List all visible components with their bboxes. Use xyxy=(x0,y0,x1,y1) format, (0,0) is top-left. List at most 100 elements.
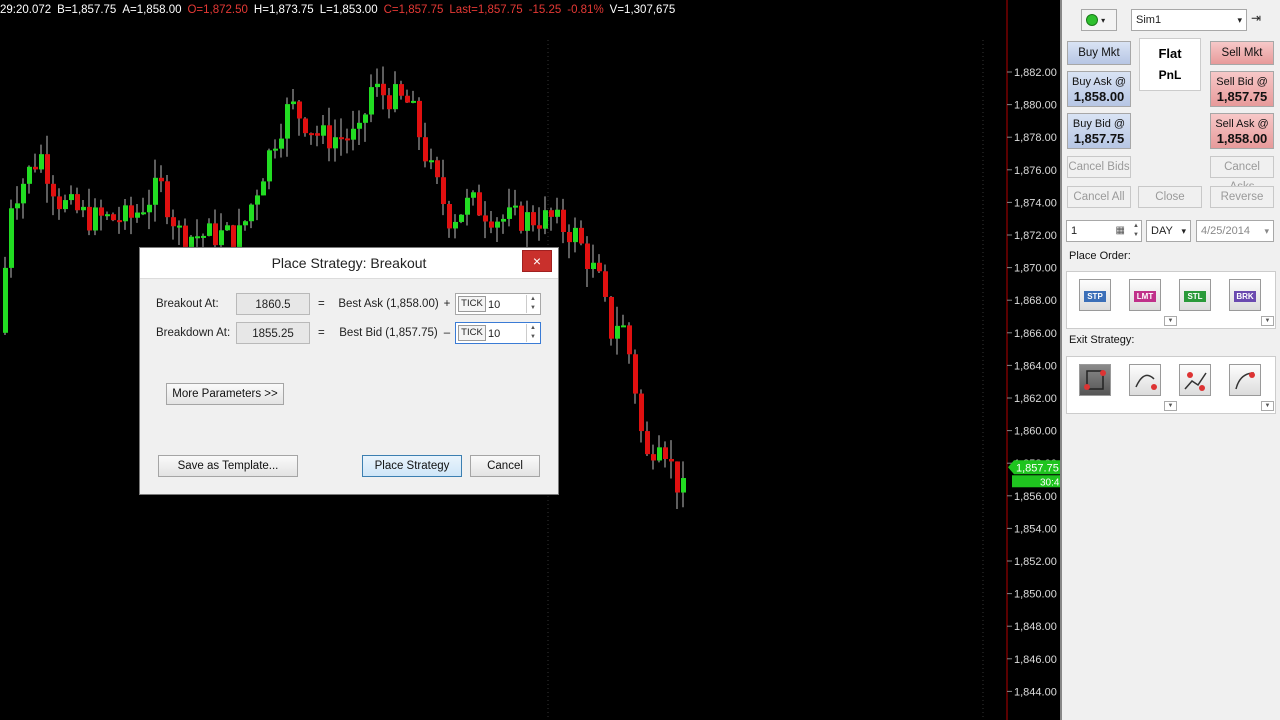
breakout-order-icon[interactable]: BRK xyxy=(1229,279,1261,311)
candle-down xyxy=(231,225,236,248)
candle-up xyxy=(39,154,44,170)
candle-down xyxy=(171,217,176,227)
price-axis-label: 1,848.00 xyxy=(1014,621,1057,633)
candle-down xyxy=(537,225,542,229)
candle-down xyxy=(531,212,536,226)
close-button[interactable]: × xyxy=(522,250,552,272)
exit-target-glyph xyxy=(1235,372,1255,390)
tick-unit-selector[interactable]: TICK xyxy=(458,325,486,341)
candle-down xyxy=(639,393,644,432)
buy-bid-button[interactable]: Buy Bid @ 1,857.75 xyxy=(1067,113,1131,149)
candle-up xyxy=(495,221,500,228)
cancel-bids-button[interactable]: Cancel Bids xyxy=(1067,156,1131,178)
time-in-force-select[interactable]: DAY ▾ xyxy=(1146,220,1191,242)
spin-arrows-icon[interactable]: ▲ ▼ xyxy=(526,295,539,313)
dialog-title-bar[interactable]: Place Strategy: Breakout × xyxy=(140,248,558,279)
breakout-value-field[interactable]: 1860.5 xyxy=(236,293,310,315)
candle-down xyxy=(567,231,572,243)
candle-down xyxy=(129,205,134,218)
breakout-row: Breakout At: 1860.5 = Best Ask (1,858.00… xyxy=(156,293,546,315)
save-template-button[interactable]: Save as Template... xyxy=(158,455,298,477)
detach-icon[interactable]: ⇥ xyxy=(1251,11,1261,25)
place-strategy-button[interactable]: Place Strategy xyxy=(362,455,462,477)
exit-bracket-icon[interactable] xyxy=(1079,364,1111,396)
candle-up xyxy=(285,104,290,139)
place-order-label: Place Order: xyxy=(1069,250,1131,262)
sell-ask-button[interactable]: Sell Ask @ 1,858.00 xyxy=(1210,113,1274,149)
breakout-offset-stepper[interactable]: TICK 10 ▲ ▼ xyxy=(455,293,541,315)
stop-limit-order-tag: STL xyxy=(1184,291,1206,302)
breakdown-offset-stepper[interactable]: TICK 10 ▲ ▼ xyxy=(455,322,541,344)
candle-up xyxy=(465,197,470,215)
reverse-button[interactable]: Reverse xyxy=(1210,186,1274,208)
minus-sign: – xyxy=(443,327,451,339)
tick-unit-selector[interactable]: TICK xyxy=(458,296,486,312)
candle-down xyxy=(339,137,344,140)
exit-bracket-glyph xyxy=(1084,370,1106,390)
exit-trail-icon[interactable] xyxy=(1129,364,1161,396)
cancel-button[interactable]: Cancel xyxy=(470,455,540,477)
candle-up xyxy=(513,205,518,208)
candle-up xyxy=(147,204,152,213)
candle-up xyxy=(429,160,434,163)
candle-up xyxy=(69,194,74,201)
date-value: 4/25/2014 xyxy=(1201,225,1250,237)
quantity-stepper[interactable]: 1 ▦ ▲ ▼ xyxy=(1066,220,1142,242)
limit-order-icon[interactable]: LMT xyxy=(1129,279,1161,311)
buy-ask-button[interactable]: Buy Ask @ 1,858.00 xyxy=(1067,71,1131,107)
candle-down xyxy=(477,192,482,216)
chevron-down-icon: ▾ xyxy=(1264,226,1269,236)
stop-limit-order-icon[interactable]: STL xyxy=(1179,279,1211,311)
exit-strategy-label: Exit Strategy: xyxy=(1069,334,1135,346)
breakout-label: Breakout At: xyxy=(156,298,219,310)
expand-arrow-icon[interactable]: ▼ xyxy=(1164,316,1177,326)
cancel-asks-button[interactable]: Cancel Asks xyxy=(1210,156,1274,193)
candle-up xyxy=(15,203,20,209)
close-position-button[interactable]: Close xyxy=(1138,186,1202,208)
candle-down xyxy=(327,125,332,149)
candle-up xyxy=(459,214,464,222)
sell-bid-button[interactable]: Sell Bid @ 1,857.75 xyxy=(1210,71,1274,107)
breakdown-offset-input[interactable]: 10 xyxy=(488,323,500,345)
buy-market-button[interactable]: Buy Mkt xyxy=(1067,41,1131,65)
price-axis-label: 1,870.00 xyxy=(1014,263,1057,275)
exit-scale-icon[interactable] xyxy=(1179,364,1211,396)
breakdown-reference: Best Bid (1,857.75) xyxy=(339,327,438,339)
more-parameters-button[interactable]: More Parameters >> xyxy=(166,383,284,405)
price-axis-label: 1,854.00 xyxy=(1014,523,1057,535)
account-select[interactable]: Sim1 ▾ xyxy=(1131,9,1247,31)
cancel-all-button[interactable]: Cancel All xyxy=(1067,186,1131,208)
candle-up xyxy=(63,200,68,210)
breakdown-value-field[interactable]: 1855.25 xyxy=(236,322,310,344)
candle-up xyxy=(177,225,182,228)
connection-status-dropdown[interactable]: ▾ xyxy=(1081,9,1117,31)
date-select[interactable]: 4/25/2014 ▾ xyxy=(1196,220,1274,242)
price-axis-label: 1,866.00 xyxy=(1014,328,1057,340)
expand-arrow-icon[interactable]: ▼ xyxy=(1164,401,1177,411)
candle-up xyxy=(471,192,476,198)
candle-down xyxy=(45,154,50,184)
spin-arrows-icon[interactable]: ▲ ▼ xyxy=(1133,222,1139,240)
breakout-offset-input[interactable]: 10 xyxy=(488,294,500,316)
candle-up xyxy=(351,128,356,140)
candle-down xyxy=(663,447,668,459)
spin-arrows-icon[interactable]: ▲ ▼ xyxy=(526,324,539,342)
pnl-label: PnL xyxy=(1158,68,1182,82)
calculator-icon[interactable]: ▦ xyxy=(1116,221,1125,241)
candle-up xyxy=(135,212,140,218)
candle-up xyxy=(267,150,272,182)
sell-market-button[interactable]: Sell Mkt xyxy=(1210,41,1274,65)
candle-up xyxy=(369,87,374,115)
candle-up xyxy=(201,235,206,238)
exit-target-icon[interactable] xyxy=(1229,364,1261,396)
chevron-down-icon: ▾ xyxy=(1101,16,1106,25)
buy-ask-label: Buy Ask @ xyxy=(1072,76,1126,88)
expand-corner-icon[interactable]: ▼ xyxy=(1261,401,1274,411)
candle-up xyxy=(273,148,278,151)
candle-up xyxy=(21,183,26,204)
candle-up xyxy=(225,225,230,231)
position-display: Flat PnL xyxy=(1139,38,1201,91)
stop-order-icon[interactable]: STP xyxy=(1079,279,1111,311)
chevron-down-icon: ▾ xyxy=(1181,226,1186,236)
expand-corner-icon[interactable]: ▼ xyxy=(1261,316,1274,326)
